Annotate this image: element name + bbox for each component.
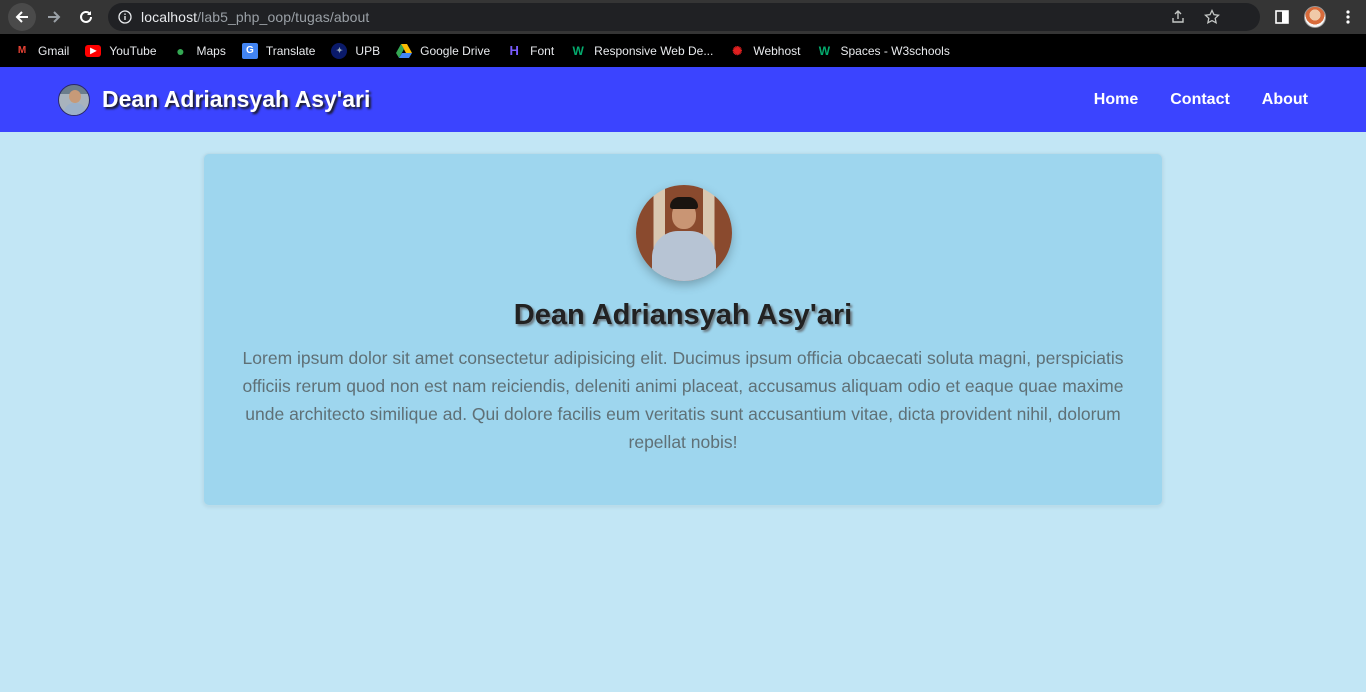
bookmarks-bar: M Gmail ▶ YouTube ● Maps G Translate ✦ UPB Go… <box>0 34 1366 67</box>
toolbar-right <box>1274 3 1356 31</box>
profile-bio: Lorem ipsum dolor sit amet consectetur a… <box>242 348 1124 452</box>
brand-avatar <box>58 83 90 116</box>
upb-icon: ✦ <box>331 42 348 59</box>
profile-avatar[interactable] <box>1304 6 1326 28</box>
bookmark-label: Responsive Web De... <box>594 43 714 58</box>
forward-button[interactable] <box>40 3 68 31</box>
youtube-icon: ▶ <box>85 44 102 57</box>
bookmark-translate[interactable]: G Translate <box>241 34 316 67</box>
bookmark-google-drive[interactable]: Google Drive <box>396 34 490 67</box>
gmail-icon: M <box>17 45 27 56</box>
nav-link-about[interactable]: About <box>1262 91 1308 109</box>
webhost-icon: ✺ <box>732 43 743 58</box>
more-menu-icon[interactable] <box>1340 9 1356 25</box>
omnibox-actions <box>1170 3 1220 31</box>
bookmark-font[interactable]: H Font <box>506 34 554 67</box>
star-icon[interactable] <box>1204 9 1220 25</box>
profile-name: Dean Adriansyah Asy'ari <box>513 299 853 331</box>
translate-icon: G <box>241 42 258 59</box>
bookmark-label: Google Drive <box>420 43 491 58</box>
brand-name: Dean Adriansyah Asy'ari <box>102 86 371 112</box>
bookmark-gmail[interactable]: M Gmail <box>14 34 70 67</box>
about-card: Dean Adriansyah Asy'ari Lorem ipsum dolo… <box>203 153 1163 506</box>
url-host: localhost <box>141 9 198 25</box>
bookmark-label: Translate <box>265 43 316 58</box>
bookmark-label: Webhost <box>753 43 801 58</box>
bookmark-label: Font <box>530 43 555 58</box>
reload-icon <box>80 10 92 23</box>
nav-link-home[interactable]: Home <box>1094 91 1138 109</box>
bookmark-label: Gmail <box>38 43 70 58</box>
nav-link-contact[interactable]: Contact <box>1170 91 1230 109</box>
bookmark-label: Spaces - W3schools <box>840 43 950 58</box>
bookmark-webhost[interactable]: ✺ Webhost <box>729 34 800 67</box>
w3-icon: W <box>572 43 584 58</box>
address-bar[interactable]: localhost/lab5_php_oop/tugas/about <box>108 3 1260 31</box>
bookmark-spaces-w3schools[interactable]: W Spaces - W3schools <box>816 34 950 67</box>
browser-toolbar: localhost/lab5_php_oop/tugas/about <box>0 0 1366 34</box>
url-text: localhost/lab5_php_oop/tugas/about <box>141 9 369 25</box>
profile-photo <box>636 185 732 281</box>
back-button[interactable] <box>8 3 36 31</box>
reload-button[interactable] <box>72 3 100 31</box>
w3-icon: W <box>818 43 831 58</box>
bookmark-label: UPB <box>355 43 381 58</box>
side-panel-icon[interactable] <box>1274 9 1290 25</box>
maps-icon: ● <box>176 42 185 59</box>
bookmark-youtube[interactable]: ▶ YouTube <box>85 34 157 67</box>
font-icon: H <box>509 43 519 58</box>
bookmark-label: YouTube <box>109 43 157 58</box>
arrow-left-icon <box>15 11 28 23</box>
bookmark-responsive-web[interactable]: W Responsive Web De... <box>570 34 713 67</box>
site-navbar: Dean Adriansyah Asy'ari Home Contact Abo… <box>0 67 1366 132</box>
nav-links: Home Contact About <box>1094 67 1308 132</box>
info-icon[interactable] <box>118 10 132 24</box>
brand[interactable]: Dean Adriansyah Asy'ari <box>58 67 370 132</box>
bookmark-upb[interactable]: ✦ UPB <box>331 34 380 67</box>
share-icon[interactable] <box>1170 9 1186 25</box>
arrow-right-icon <box>48 11 61 23</box>
url-path: /lab5_php_oop/tugas/about <box>197 9 370 25</box>
bookmark-maps[interactable]: ● Maps <box>173 34 226 67</box>
drive-icon <box>396 43 413 59</box>
bookmark-label: Maps <box>196 43 226 58</box>
